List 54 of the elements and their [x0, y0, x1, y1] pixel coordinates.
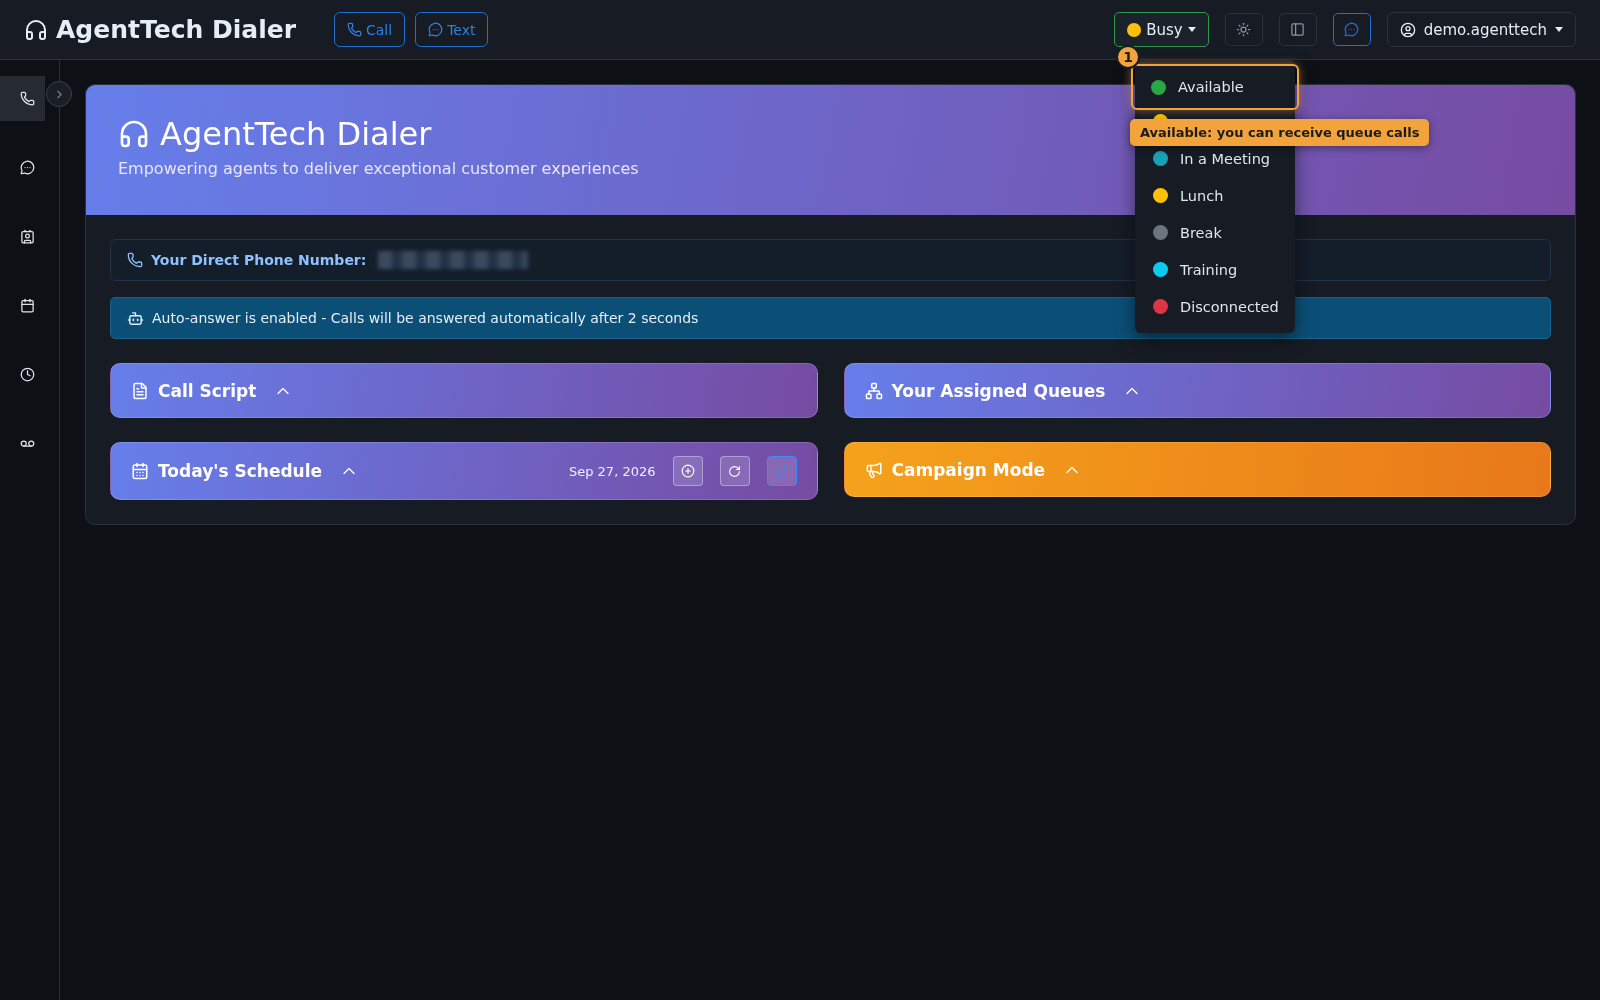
chat-icon [428, 22, 444, 37]
panel-title: Call Script [158, 380, 257, 401]
calendar-icon [20, 298, 35, 313]
expand-sidebar-button[interactable] [46, 81, 72, 107]
calendar-icon [131, 462, 149, 480]
phone-icon [347, 22, 362, 37]
refresh-button[interactable] [719, 456, 750, 486]
external-link-icon [774, 464, 789, 478]
panel-title: Your Assigned Queues [891, 380, 1106, 401]
document-icon [131, 381, 149, 400]
clock-icon [20, 367, 35, 382]
layout-button[interactable] [1278, 13, 1317, 46]
status-option[interactable]: Training [1135, 251, 1295, 288]
tour-tooltip: Available: you can receive queue calls [1130, 119, 1430, 146]
status-option[interactable]: Lunch [1135, 177, 1295, 214]
status-option[interactable]: Disconnected [1135, 288, 1295, 325]
add-button[interactable] [672, 456, 703, 486]
caret-icon [1187, 27, 1196, 32]
caret-icon [1555, 27, 1563, 32]
panel-title: Campaign Mode [891, 459, 1046, 480]
text-button[interactable]: Text [415, 12, 489, 47]
headset-icon [118, 118, 150, 150]
megaphone-icon [864, 460, 883, 479]
sidebar-item[interactable] [0, 76, 45, 121]
app-title: AgentTech Dialer [56, 15, 296, 44]
phone-number-label: Your Direct Phone Number: [151, 252, 367, 268]
user-icon [1399, 21, 1416, 38]
panel-header[interactable]: Today's Schedule Sep 27, 2026 [110, 442, 818, 500]
add-icon [680, 464, 695, 478]
hierarchy-icon [864, 381, 883, 400]
chat-icon [1344, 22, 1360, 37]
theme-button[interactable] [1224, 13, 1263, 46]
panel-header[interactable]: Your Assigned Queues [843, 363, 1551, 418]
status-option[interactable]: Available [1131, 64, 1299, 110]
headset-icon [24, 17, 48, 42]
status-option[interactable]: Break [1135, 214, 1295, 251]
chat-button[interactable] [1332, 13, 1371, 46]
sun-icon [1236, 22, 1252, 37]
hero-subtitle: Empowering agents to deliver exceptional customer experiences [118, 159, 639, 178]
panel-header[interactable]: Call Script [110, 363, 818, 418]
schedule-date: Sep 27, 2026 [568, 463, 656, 479]
phone-icon [20, 91, 35, 106]
chat-icon [20, 160, 35, 175]
panel-title: Today's Schedule [158, 461, 323, 481]
phone-icon [127, 252, 143, 268]
panel-icon [1290, 22, 1306, 37]
user-menu-button[interactable]: demo.agenttech [1386, 12, 1576, 47]
robot-icon [127, 309, 144, 327]
status-dropdown[interactable]: Busy [1114, 12, 1209, 47]
refresh-icon [728, 464, 741, 478]
hero-title: AgentTech Dialer [160, 115, 432, 153]
auto-answer-text: Auto-answer is enabled - Calls will be answered automatically after 2 seconds [152, 310, 699, 326]
call-button[interactable]: Call [334, 12, 406, 47]
contacts-icon [20, 229, 35, 244]
